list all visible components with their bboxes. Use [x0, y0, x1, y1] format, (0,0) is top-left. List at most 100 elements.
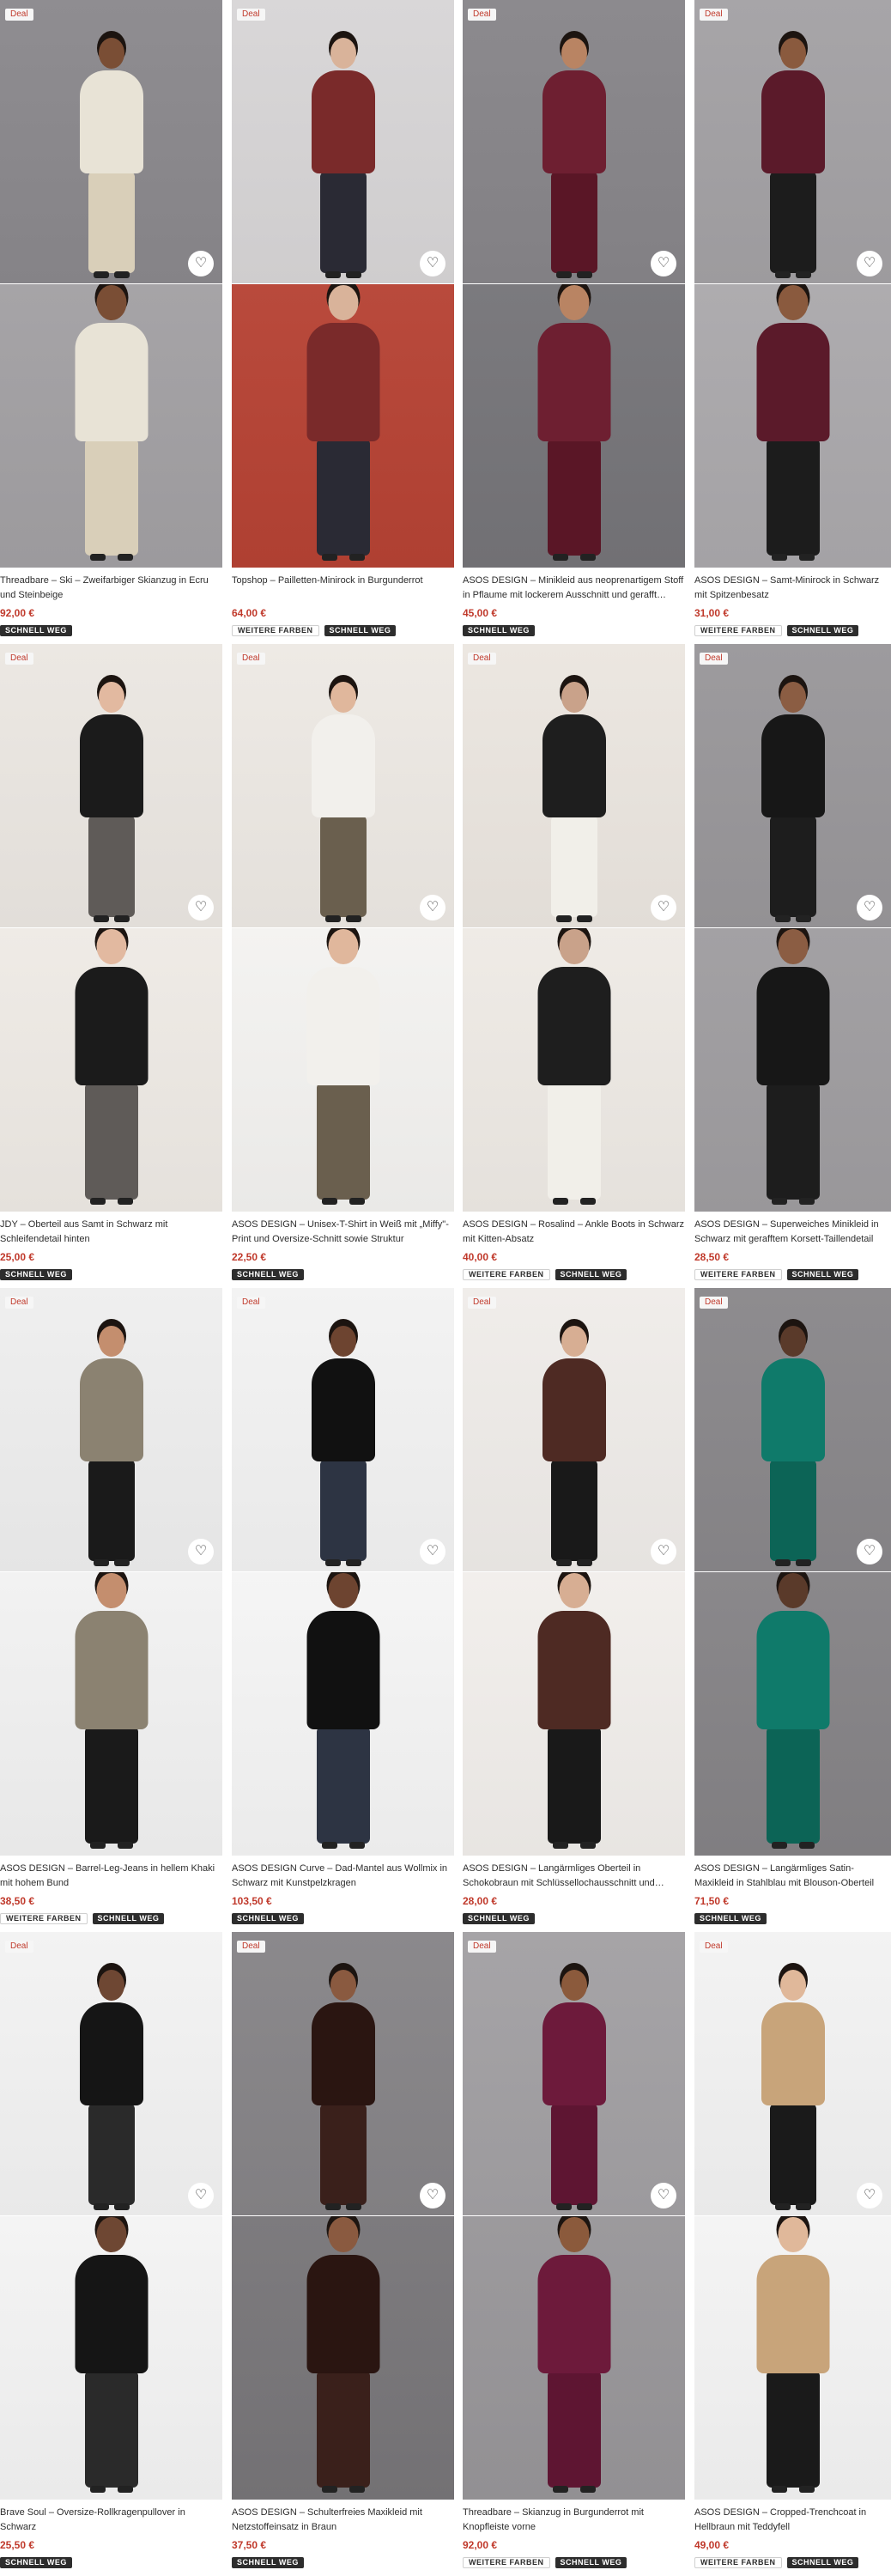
product-card[interactable]: Deal ♡ Topshop – Pailletten-Minirock in Bu…: [232, 0, 454, 644]
product-title[interactable]: ASOS DESIGN – Barrel-Leg-Jeans in hellem…: [0, 1862, 222, 1891]
product-title[interactable]: ASOS DESIGN – Langärmliges Satin-Maxikle…: [694, 1862, 891, 1891]
save-for-later-button[interactable]: ♡: [651, 1539, 676, 1564]
model-figure: [527, 1314, 621, 1571]
product-title[interactable]: ASOS DESIGN – Unisex-T-Shirt in Weiß mit…: [232, 1218, 454, 1247]
product-badges: WEITERE FARBEN SCHNELL WEG: [694, 625, 891, 636]
product-title[interactable]: ASOS DESIGN Curve – Dad-Mantel aus Wollm…: [232, 1862, 454, 1891]
save-for-later-button[interactable]: ♡: [651, 2183, 676, 2208]
save-for-later-button[interactable]: ♡: [420, 2183, 446, 2208]
save-for-later-button[interactable]: ♡: [420, 895, 446, 920]
product-title[interactable]: ASOS DESIGN – Superweiches Minikleid in …: [694, 1218, 891, 1247]
product-title[interactable]: ASOS DESIGN – Samt-Minirock in Schwarz m…: [694, 574, 891, 603]
product-card[interactable]: Deal ♡ ASOS DESIGN – Barrel-Leg-Jeans in h…: [0, 1288, 222, 1932]
product-image-alt[interactable]: [694, 284, 891, 568]
product-image-alt[interactable]: [232, 1572, 454, 1856]
deal-badge: Deal: [700, 1941, 728, 1953]
product-card[interactable]: Deal ♡ ASOS DESIGN – Superweiches Miniklei…: [694, 644, 891, 1288]
product-card[interactable]: Deal ♡ ASOS DESIGN – Minikleid aus neopren…: [463, 0, 685, 644]
product-card[interactable]: Deal ♡ ASOS DESIGN – Schulterfreies Maxikl…: [232, 1932, 454, 2576]
product-image-alt[interactable]: [463, 284, 685, 568]
product-card[interactable]: Deal ♡ ASOS DESIGN – Rosalind – Ankle Boot…: [463, 644, 685, 1288]
product-image-alt[interactable]: [232, 284, 454, 568]
product-image[interactable]: Deal ♡: [0, 0, 222, 283]
product-card[interactable]: Deal ♡ ASOS DESIGN – Unisex-T-Shirt in Wei…: [232, 644, 454, 1288]
product-title[interactable]: Threadbare – Ski – Zweifarbiger Skianzug…: [0, 574, 222, 603]
product-title[interactable]: Brave Soul – Oversize-Rollkragenpullover…: [0, 2506, 222, 2535]
save-for-later-button[interactable]: ♡: [857, 251, 882, 276]
product-image[interactable]: Deal ♡: [232, 1288, 454, 1571]
save-for-later-button[interactable]: ♡: [188, 251, 214, 276]
product-image[interactable]: Deal ♡: [0, 644, 222, 927]
product-image-alt[interactable]: [463, 2216, 685, 2500]
product-image[interactable]: Deal ♡: [232, 1932, 454, 2215]
product-image[interactable]: Deal ♡: [0, 1288, 222, 1571]
product-image[interactable]: Deal ♡: [694, 0, 891, 283]
product-card[interactable]: Deal ♡ ASOS DESIGN – Langärmliges Oberteil…: [463, 1288, 685, 1932]
product-image-alt[interactable]: [232, 928, 454, 1212]
product-image-alt[interactable]: [0, 1572, 222, 1856]
model-figure: [289, 284, 397, 568]
product-image[interactable]: Deal ♡: [694, 1932, 891, 2215]
product-price: 64,00 €: [232, 607, 267, 619]
product-card[interactable]: Deal ♡ ASOS DESIGN – Cropped-Trenchcoat in…: [694, 1932, 891, 2576]
product-title[interactable]: Threadbare – Skianzug in Burgunderrot mi…: [463, 2506, 685, 2535]
product-card[interactable]: Deal ♡ Threadbare – Ski – Zweifarbiger Ski…: [0, 0, 222, 644]
product-image-alt[interactable]: [694, 2216, 891, 2500]
product-image[interactable]: Deal ♡: [463, 1932, 685, 2215]
model-figure: [58, 2216, 166, 2500]
save-for-later-button[interactable]: ♡: [857, 1539, 882, 1564]
product-image-alt[interactable]: [232, 2216, 454, 2500]
product-card[interactable]: Deal ♡ ASOS DESIGN Curve – Dad-Mantel aus …: [232, 1288, 454, 1932]
product-title[interactable]: Topshop – Pailletten-Minirock in Burgund…: [232, 574, 454, 603]
model-figure: [64, 1958, 159, 2215]
more-colours-badge: WEITERE FARBEN: [463, 2557, 550, 2568]
deal-badge: Deal: [700, 1297, 728, 1309]
product-image[interactable]: Deal ♡: [694, 644, 891, 927]
product-title[interactable]: JDY – Oberteil aus Samt in Schwarz mit S…: [0, 1218, 222, 1247]
product-card[interactable]: Deal ♡ Threadbare – Skianzug in Burgunderr…: [463, 1932, 685, 2576]
product-card[interactable]: Deal ♡ ASOS DESIGN – Langärmliges Satin-Ma…: [694, 1288, 891, 1932]
product-image-alt[interactable]: [463, 1572, 685, 1856]
product-image[interactable]: Deal ♡: [232, 0, 454, 283]
product-card[interactable]: Deal ♡ ASOS DESIGN – Samt-Minirock in Schw…: [694, 0, 891, 644]
save-for-later-button[interactable]: ♡: [188, 1539, 214, 1564]
product-image[interactable]: Deal ♡: [232, 644, 454, 927]
product-image-alt[interactable]: [694, 928, 891, 1212]
product-title[interactable]: ASOS DESIGN – Rosalind – Ankle Boots in …: [463, 1218, 685, 1247]
product-image[interactable]: Deal ♡: [694, 1288, 891, 1571]
product-title[interactable]: ASOS DESIGN – Langärmliges Oberteil in S…: [463, 1862, 685, 1891]
product-info: ASOS DESIGN – Samt-Minirock in Schwarz m…: [694, 574, 891, 644]
product-badges: SCHNELL WEG: [0, 2557, 222, 2568]
model-figure: [527, 1958, 621, 2215]
save-for-later-button[interactable]: ♡: [420, 1539, 446, 1564]
product-image-alt[interactable]: [694, 1572, 891, 1856]
product-badges: WEITERE FARBEN SCHNELL WEG: [694, 1269, 891, 1280]
save-for-later-button[interactable]: ♡: [857, 895, 882, 920]
product-image-alt[interactable]: [0, 2216, 222, 2500]
product-card[interactable]: Deal ♡ Brave Soul – Oversize-Rollkragenpul…: [0, 1932, 222, 2576]
product-title[interactable]: ASOS DESIGN – Schulterfreies Maxikleid m…: [232, 2506, 454, 2535]
save-for-later-button[interactable]: ♡: [188, 2183, 214, 2208]
product-card[interactable]: Deal ♡ JDY – Oberteil aus Samt in Schwarz …: [0, 644, 222, 1288]
selling-fast-badge: SCHNELL WEG: [0, 2557, 72, 2568]
product-image[interactable]: Deal ♡: [0, 1932, 222, 2215]
save-for-later-button[interactable]: ♡: [857, 2183, 882, 2208]
save-for-later-button[interactable]: ♡: [420, 251, 446, 276]
save-for-later-button[interactable]: ♡: [188, 895, 214, 920]
product-image-alt[interactable]: [0, 284, 222, 568]
product-image[interactable]: Deal ♡: [463, 644, 685, 927]
model-figure: [520, 2216, 628, 2500]
product-title[interactable]: ASOS DESIGN – Cropped-Trenchcoat in Hell…: [694, 2506, 891, 2535]
more-colours-badge: WEITERE FARBEN: [463, 1269, 550, 1280]
save-for-later-button[interactable]: ♡: [651, 895, 676, 920]
product-price: 103,50 €: [232, 1895, 272, 1907]
product-image-alt[interactable]: [0, 928, 222, 1212]
save-for-later-button[interactable]: ♡: [651, 251, 676, 276]
product-badges: WEITERE FARBEN SCHNELL WEG: [463, 1269, 685, 1280]
product-image[interactable]: Deal ♡: [463, 0, 685, 283]
product-image[interactable]: Deal ♡: [463, 1288, 685, 1571]
product-image-alt[interactable]: [463, 928, 685, 1212]
product-price: 31,00 €: [694, 607, 730, 619]
model-figure: [289, 2216, 397, 2500]
product-title[interactable]: ASOS DESIGN – Minikleid aus neoprenartig…: [463, 574, 685, 603]
